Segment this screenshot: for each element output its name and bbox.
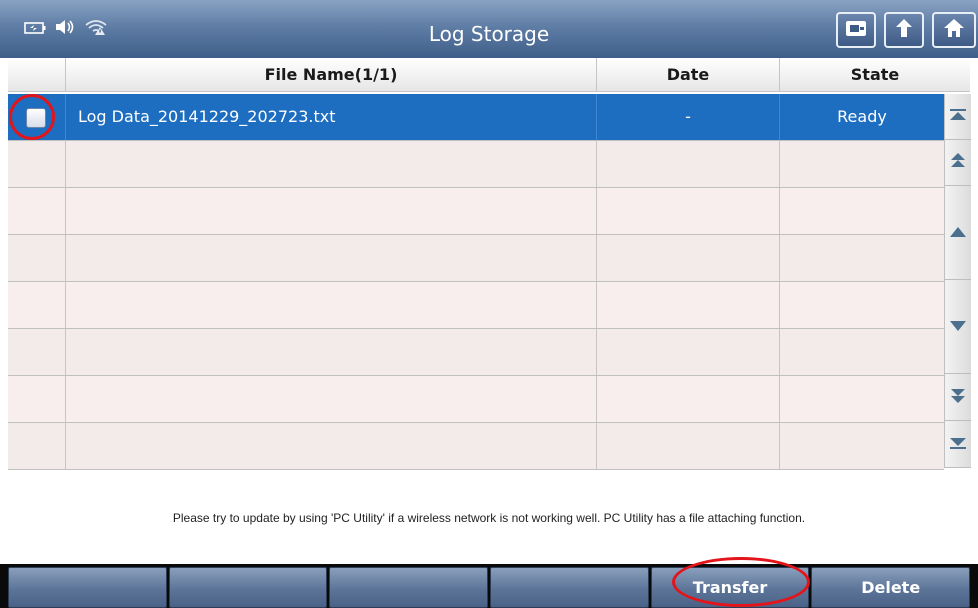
delete-button[interactable]: Delete (811, 567, 971, 608)
table-row[interactable] (8, 235, 944, 282)
table-row[interactable] (8, 188, 944, 235)
state-cell (779, 235, 944, 281)
state-cell: Ready (779, 94, 944, 140)
date-cell (596, 423, 779, 469)
scroll-top-button[interactable] (945, 94, 971, 140)
row-checkbox[interactable] (26, 108, 46, 128)
page-down-icon (949, 386, 967, 408)
function-button-4[interactable] (490, 567, 649, 608)
row-select-cell[interactable] (8, 329, 65, 375)
state-cell (779, 188, 944, 234)
file-name-cell (65, 329, 596, 375)
file-name-cell: Log Data_20141229_202723.txt (65, 94, 596, 140)
title-bar: Log Storage (0, 0, 978, 58)
date-cell (596, 188, 779, 234)
function-button-1[interactable] (8, 567, 167, 608)
state-cell (779, 423, 944, 469)
line-down-icon (949, 317, 967, 336)
table-row[interactable] (8, 141, 944, 188)
table-row[interactable] (8, 282, 944, 329)
file-name-cell (65, 235, 596, 281)
state-cell (779, 376, 944, 422)
state-cell (779, 282, 944, 328)
screen-capture-button[interactable] (836, 12, 876, 48)
date-cell (596, 282, 779, 328)
state-cell (779, 141, 944, 187)
line-up-icon (949, 223, 967, 242)
row-select-cell[interactable] (8, 423, 65, 469)
file-name-cell (65, 188, 596, 234)
home-icon (943, 17, 965, 43)
header-state[interactable]: State (779, 58, 970, 92)
table-header: File Name(1/1) Date State (8, 58, 970, 92)
date-cell: - (596, 94, 779, 140)
row-select-cell[interactable] (8, 376, 65, 422)
page-up-button[interactable] (945, 140, 971, 186)
file-name-cell (65, 282, 596, 328)
line-up-button[interactable] (945, 186, 971, 280)
row-select-cell[interactable] (8, 235, 65, 281)
header-date[interactable]: Date (596, 58, 779, 92)
scroll-top-icon (949, 107, 967, 126)
row-select-cell[interactable] (8, 141, 65, 187)
row-select-cell[interactable] (8, 282, 65, 328)
scroll-controls (944, 94, 971, 468)
row-select-cell[interactable] (8, 188, 65, 234)
header-select (8, 58, 65, 92)
back-button[interactable] (884, 12, 924, 48)
table-row[interactable] (8, 329, 944, 376)
table-row[interactable] (8, 376, 944, 423)
window-title: Log Storage (428, 22, 550, 46)
file-name-cell (65, 141, 596, 187)
date-cell (596, 235, 779, 281)
state-cell (779, 329, 944, 375)
back-arrow-icon (893, 17, 915, 43)
date-cell (596, 141, 779, 187)
table-row[interactable] (8, 423, 944, 470)
screen-capture-icon (844, 18, 868, 42)
page-up-icon (949, 152, 967, 174)
function-button-3[interactable] (329, 567, 489, 608)
line-down-button[interactable] (945, 280, 971, 374)
page-down-button[interactable] (945, 374, 971, 421)
scroll-bottom-button[interactable] (945, 421, 971, 468)
date-cell (596, 376, 779, 422)
file-name-cell (65, 423, 596, 469)
scroll-bottom-icon (949, 435, 967, 454)
date-cell (596, 329, 779, 375)
bottom-toolbar: Transfer Delete (0, 564, 978, 608)
file-name-cell (65, 376, 596, 422)
transfer-button[interactable]: Transfer (650, 567, 810, 608)
home-button[interactable] (932, 12, 976, 48)
function-button-2[interactable] (168, 567, 328, 608)
row-select-cell[interactable] (8, 94, 65, 140)
notice-text: Please try to update by using 'PC Utilit… (172, 511, 806, 525)
table-row[interactable]: Log Data_20141229_202723.txt - Ready (8, 94, 944, 141)
header-file-name[interactable]: File Name(1/1) (65, 58, 596, 92)
